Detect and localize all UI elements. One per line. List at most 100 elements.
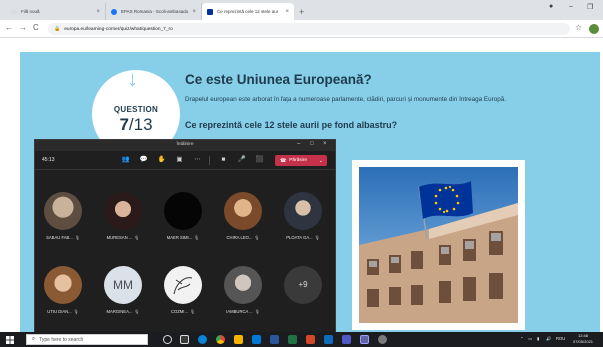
leave-button[interactable]: ☎ Părăsire ⌄ [275,155,327,166]
battery-icon[interactable]: ▮ [537,336,539,341]
blank-page-icon [11,8,17,15]
word-icon[interactable] [270,335,279,344]
question-description: Drapelul european este arborat în fața a… [185,96,506,103]
close-icon[interactable]: × [93,9,100,15]
participant-name: COZMI... 🎙 [155,309,211,314]
eu-flag-icon [207,8,213,15]
participant-tile[interactable]: SABAU FAB... 🎙 [35,190,91,250]
participant-name: SABAU FAB... 🎙 [35,235,91,240]
mic-off-icon: 🎙 [314,235,320,240]
maximize-icon[interactable]: □ [310,141,314,147]
address-bar[interactable]: 🔒 europa.eu/learning-corner/quiz/what/qu… [48,23,570,35]
profile-dot-icon[interactable]: ● [549,3,553,10]
new-tab-button[interactable]: + [299,7,304,17]
tab-label: EPAS Romania - Scoli-ambasado [121,9,189,14]
rooms-icon[interactable]: ▣ [175,155,184,164]
avatar: MM [104,266,142,304]
participant-tile[interactable]: CHIRA LEO... 🎙 [215,190,271,250]
participant-name-text: COZMI... [170,309,188,314]
chevron-down-icon[interactable]: ⌄ [319,158,323,164]
participant-tile[interactable]: MAER SIMI... 🎙 [155,190,211,250]
mic-off-icon: 🎙 [254,309,260,314]
minimize-icon[interactable]: – [569,3,573,10]
teams-icon[interactable] [342,335,351,344]
reload-icon[interactable]: C [33,23,39,32]
teams-titlebar: Întâlnire – □ × [35,140,335,151]
participant-tile[interactable]: IAMBURCA ... 🎙 [215,264,271,324]
participant-name-text: MARGINEA... [106,309,133,314]
microphone-icon[interactable]: 🎤 [237,155,246,164]
task-view-icon[interactable] [180,335,189,344]
outlook-icon[interactable] [324,335,333,344]
question-counter: 7/13 [92,115,180,135]
question-text: Ce reprezintă cele 12 stele aurii pe fon… [185,120,398,130]
avatar[interactable] [589,24,599,34]
restore-icon[interactable]: ❐ [587,3,593,11]
close-icon[interactable]: × [282,9,289,15]
edge-icon[interactable] [198,335,207,344]
volume-icon[interactable]: 🔊 [546,336,551,342]
avatar [224,192,262,230]
toolbar-divider [209,156,210,165]
forward-icon[interactable]: → [19,23,27,32]
excel-icon[interactable] [288,335,297,344]
avatar [44,266,82,304]
back-icon[interactable]: ← [5,23,13,32]
mic-off-icon: 🎙 [74,235,80,240]
browser-tab-epas[interactable]: EPAS Romania - Scoli-ambasado × [106,3,202,20]
participant-name: MAER SIMI... 🎙 [155,235,211,240]
chat-icon[interactable]: 💬 [139,155,148,164]
reactions-icon[interactable]: ✋ [157,155,166,164]
minimize-icon[interactable]: – [297,141,300,147]
participant-name-text: CHIRA LEO... [226,235,253,240]
participant-tile[interactable]: COZMI... 🎙 [155,264,211,324]
participant-name: MURESAN ... 🎙 [95,235,151,240]
close-icon[interactable]: × [189,9,196,15]
participant-tile[interactable]: MM MARGINEA... 🎙 [95,264,151,324]
participant-tile[interactable]: UTIU DIAN... 🎙 [35,264,91,324]
down-arrow-icon: ↓ [127,66,138,91]
photo-frame [352,160,525,330]
camera-icon[interactable]: ■ [219,155,228,164]
network-icon[interactable]: ▭ [528,336,532,341]
bookmark-star-icon[interactable]: ☆ [575,23,582,32]
browser-tab-strip: Filă nouă × EPAS Romania - Scoli-ambasad… [0,0,603,20]
participant-name: MARGINEA... 🎙 [95,309,151,314]
browser-toolbar: ← → C 🔒 europa.eu/learning-corner/quiz/w… [0,20,603,38]
more-actions-icon[interactable]: ⋯ [193,155,202,164]
tray-chevron-icon[interactable]: ⌃ [520,336,524,341]
participant-tile[interactable]: PLOATA GA... 🎙 [275,190,331,250]
question-current: 7 [119,115,129,134]
phone-hangup-icon: ☎ [280,157,287,164]
app-icon[interactable] [378,335,387,344]
cortana-icon[interactable] [163,335,172,344]
browser-tab-quiz[interactable]: Ce reprezintă cele 12 stele aur × [202,3,294,20]
participants-icon[interactable]: 👥 [121,155,130,164]
teams-meeting-icon[interactable] [360,335,369,344]
more-participants-count: +9 [284,266,322,304]
search-icon: ⌕ [32,336,36,342]
participant-name: CHIRA LEO... 🎙 [215,235,271,240]
store-icon[interactable] [252,335,261,344]
tab-label: Filă nouă [21,9,40,14]
powerpoint-icon[interactable] [306,335,315,344]
browser-tab-new[interactable]: Filă nouă × [6,3,106,20]
leave-label: Părăsire [289,158,308,163]
tab-label: Ce reprezintă cele 12 stele aur [217,9,279,14]
language-indicator[interactable]: ROU [556,336,565,341]
windows-start-icon[interactable] [6,336,14,344]
close-icon[interactable]: × [323,141,327,147]
meeting-timer: 45:13 [42,157,55,163]
avatar [284,192,322,230]
participant-name-text: MURESAN ... [106,235,133,240]
avatar [44,192,82,230]
file-explorer-icon[interactable] [234,335,243,344]
chrome-icon[interactable] [216,335,225,344]
taskbar-clock[interactable]: 12:48 07/05/2021 [573,333,593,345]
taskbar-search-input[interactable]: ⌕ Type here to search [26,334,148,345]
more-participants-tile[interactable]: +9 [275,264,331,324]
avatar [104,192,142,230]
question-label: QUESTION [113,105,159,114]
share-screen-icon[interactable]: ⬛ [255,155,264,164]
participant-tile[interactable]: MURESAN ... 🎙 [95,190,151,250]
